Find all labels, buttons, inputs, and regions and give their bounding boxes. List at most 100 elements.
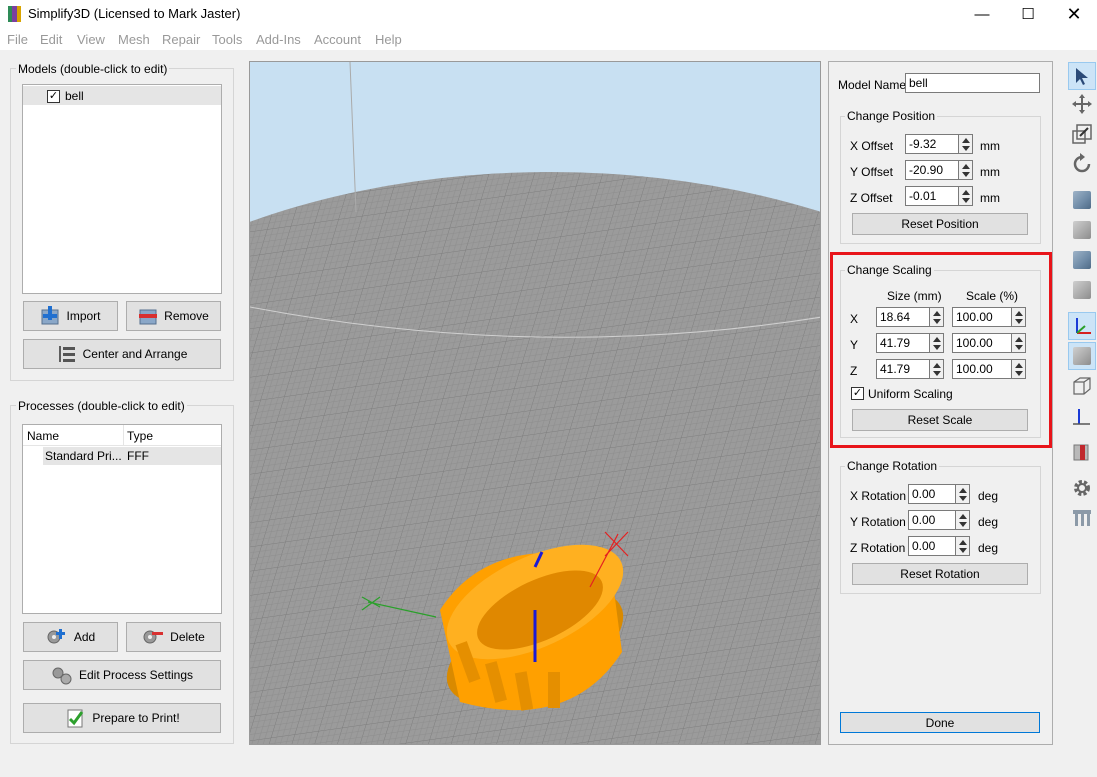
models-list[interactable]: ✓ bell <box>22 84 222 294</box>
import-button[interactable]: Import <box>23 301 118 331</box>
x-rotation-unit: deg <box>978 489 999 503</box>
menu-account[interactable]: Account <box>314 32 361 47</box>
maximize-icon[interactable]: ☐ <box>1005 0 1051 28</box>
cross-section-icon[interactable] <box>1068 438 1096 466</box>
view-bottom-cube-icon[interactable] <box>1068 276 1096 304</box>
menu-view[interactable]: View <box>77 32 105 47</box>
reset-scale-button[interactable]: Reset Scale <box>852 409 1028 431</box>
uniform-scaling-label: Uniform Scaling <box>868 387 953 401</box>
reset-rotation-button[interactable]: Reset Rotation <box>852 563 1028 585</box>
align-axis-icon[interactable] <box>1068 402 1096 430</box>
supports-icon[interactable] <box>1068 504 1096 532</box>
build-plate-scene[interactable] <box>250 62 821 745</box>
menu-help[interactable]: Help <box>375 32 402 47</box>
x-offset-unit: mm <box>980 139 1000 153</box>
scale-x-spinner[interactable] <box>1011 307 1026 327</box>
remove-icon <box>139 309 158 325</box>
x-offset-spinner[interactable] <box>958 134 973 154</box>
z-rotation-input[interactable]: 0.00 <box>908 536 956 556</box>
menu-bar: File Edit View Mesh Repair Tools Add-Ins… <box>0 28 1097 50</box>
y-offset-spinner[interactable] <box>958 160 973 180</box>
x-rotation-label: X Rotation <box>850 489 907 503</box>
edit-process-settings-button[interactable]: Edit Process Settings <box>23 660 221 690</box>
x-rotation-input[interactable]: 0.00 <box>908 484 956 504</box>
menu-add-ins[interactable]: Add-Ins <box>256 32 301 47</box>
z-offset-label: Z Offset <box>850 191 893 205</box>
scale-y-spinner[interactable] <box>1011 333 1026 353</box>
minimize-icon[interactable]: — <box>959 0 1005 28</box>
z-rotation-unit: deg <box>978 541 999 555</box>
scale-x-input[interactable]: 100.00 <box>952 307 1012 327</box>
settings-gears-icon <box>52 667 72 685</box>
scale-x-axis-label: X <box>850 312 859 326</box>
delete-process-button[interactable]: Delete <box>126 622 221 652</box>
z-offset-input[interactable]: -0.01 <box>905 186 959 206</box>
scale-icon[interactable] <box>1068 120 1096 148</box>
z-offset-unit: mm <box>980 191 1000 205</box>
center-arrange-button[interactable]: Center and Arrange <box>23 339 221 369</box>
scale-z-input[interactable]: 100.00 <box>952 359 1012 379</box>
view-toolbar <box>1066 52 1097 777</box>
title-bar: Simplify3D (Licensed to Mark Jaster) — ☐… <box>0 0 1097 28</box>
size-y-spinner[interactable] <box>929 333 944 353</box>
y-rotation-label: Y Rotation <box>850 515 906 529</box>
z-rotation-spinner[interactable] <box>955 536 970 556</box>
close-icon[interactable]: ✕ <box>1051 0 1097 28</box>
menu-mesh[interactable]: Mesh <box>118 32 150 47</box>
delete-gears-icon <box>143 630 164 644</box>
scale-column-header: Scale (%) <box>966 289 1019 303</box>
uniform-scaling-checkbox[interactable]: ✓ <box>851 387 864 400</box>
add-process-button[interactable]: Add <box>23 622 118 652</box>
select-arrow-icon[interactable] <box>1068 62 1096 90</box>
z-rotation-label: Z Rotation <box>850 541 906 555</box>
move-icon[interactable] <box>1068 90 1096 118</box>
size-z-input[interactable]: 41.79 <box>876 359 930 379</box>
done-button[interactable]: Done <box>840 712 1040 733</box>
rotation-group-title: Change Rotation <box>845 459 940 473</box>
x-offset-input[interactable]: -9.32 <box>905 134 959 154</box>
column-header-type[interactable]: Type <box>127 429 153 443</box>
processes-list[interactable]: Name Type Standard Pri... FFF <box>22 424 222 614</box>
y-rotation-spinner[interactable] <box>955 510 970 530</box>
settings-gear-icon[interactable] <box>1068 474 1096 502</box>
size-y-input[interactable]: 41.79 <box>876 333 930 353</box>
wireframe-view-icon[interactable] <box>1068 372 1096 400</box>
view-side-cube-icon[interactable] <box>1068 246 1096 274</box>
scale-y-input[interactable]: 100.00 <box>952 333 1012 353</box>
prepare-to-print-button[interactable]: Prepare to Print! <box>23 703 221 733</box>
scaling-group-title: Change Scaling <box>845 263 934 277</box>
menu-file[interactable]: File <box>7 32 28 47</box>
size-z-spinner[interactable] <box>929 359 944 379</box>
y-offset-input[interactable]: -20.90 <box>905 160 959 180</box>
model-name-input[interactable]: bell <box>905 73 1040 93</box>
process-type: FFF <box>127 449 149 463</box>
size-column-header: Size (mm) <box>887 289 942 303</box>
axes-icon[interactable] <box>1068 312 1096 340</box>
y-offset-unit: mm <box>980 165 1000 179</box>
view-front-cube-icon[interactable] <box>1068 216 1096 244</box>
column-header-name[interactable]: Name <box>27 429 59 443</box>
scale-z-spinner[interactable] <box>1011 359 1026 379</box>
scale-z-axis-label: Z <box>850 364 858 378</box>
x-rotation-spinner[interactable] <box>955 484 970 504</box>
view-top-cube-icon[interactable] <box>1068 186 1096 214</box>
app-logo-icon <box>8 6 22 22</box>
solid-view-icon[interactable] <box>1068 342 1096 370</box>
y-rotation-input[interactable]: 0.00 <box>908 510 956 530</box>
menu-repair[interactable]: Repair <box>162 32 200 47</box>
window-title: Simplify3D (Licensed to Mark Jaster) <box>28 6 241 21</box>
models-group-title: Models (double-click to edit) <box>16 62 170 76</box>
menu-edit[interactable]: Edit <box>40 32 62 47</box>
y-rotation-unit: deg <box>978 515 999 529</box>
rotate-icon[interactable] <box>1068 150 1096 178</box>
z-offset-spinner[interactable] <box>958 186 973 206</box>
menu-tools[interactable]: Tools <box>212 32 242 47</box>
remove-button[interactable]: Remove <box>126 301 221 331</box>
column-divider <box>123 425 124 446</box>
prepare-print-icon <box>67 709 84 728</box>
size-x-spinner[interactable] <box>929 307 944 327</box>
3d-viewport[interactable] <box>249 61 821 745</box>
size-x-input[interactable]: 18.64 <box>876 307 930 327</box>
reset-position-button[interactable]: Reset Position <box>852 213 1028 235</box>
model-checkbox[interactable]: ✓ <box>47 90 60 103</box>
